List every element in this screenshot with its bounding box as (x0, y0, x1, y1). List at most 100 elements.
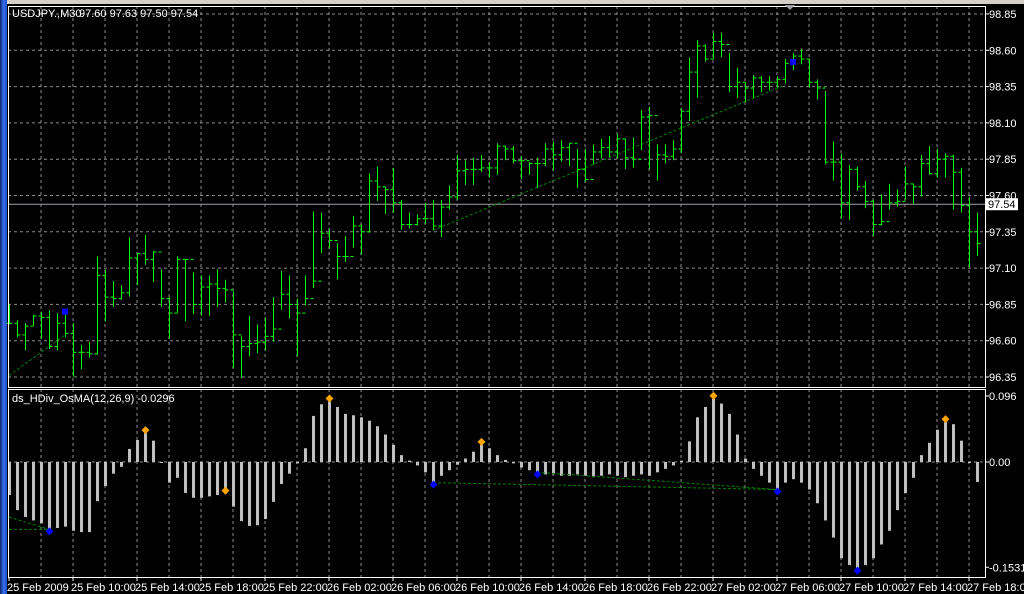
price-bar (830, 141, 837, 181)
price-bars (6, 32, 981, 378)
price-bar (462, 160, 469, 185)
time-axis-label: 27 Feb 10:00 (839, 582, 904, 594)
histogram-bar (336, 407, 339, 462)
price-bar (438, 199, 445, 238)
price-bar (6, 304, 13, 325)
histogram-bar (472, 451, 475, 462)
peak-marker-icon (141, 426, 150, 435)
price-bar (974, 212, 981, 257)
price-bar (598, 138, 605, 159)
symbol-label: USDJPY.,M30 (12, 8, 82, 20)
price-bar (150, 250, 157, 283)
price-bar (262, 317, 269, 351)
price-bar (942, 153, 949, 178)
histogram-bar (48, 462, 51, 530)
histogram-bar (200, 462, 203, 498)
price-bar (78, 345, 85, 370)
main-chart-frame (8, 6, 986, 388)
price-bar (350, 215, 357, 257)
histogram-bar (568, 462, 571, 476)
ohlc-readout: 97.60 97.63 97.50 97.54 (79, 8, 198, 20)
price-bar (14, 320, 21, 338)
histogram-bar (928, 442, 931, 462)
histogram-bar (280, 462, 283, 484)
time-axis-label: 25 Feb 18:00 (199, 582, 264, 594)
indicator-tick-label: -0.1531 (989, 562, 1024, 574)
price-bar (670, 140, 677, 161)
price-bar (94, 256, 101, 355)
histogram-bar (952, 424, 955, 462)
histogram-bar (424, 462, 427, 473)
histogram-bar (672, 462, 675, 466)
price-bar (694, 40, 701, 98)
price-bar (174, 256, 181, 314)
histogram-bar (688, 441, 691, 462)
histogram-bar (344, 413, 347, 462)
time-axis-label: 26 Feb 18:00 (583, 582, 648, 594)
histogram-bar (432, 462, 435, 483)
price-tick-label: 96.35 (989, 372, 1017, 384)
time-axis-label: 25 Feb 10:00 (71, 582, 136, 594)
time-axis-label: 25 Feb 2009 (7, 582, 69, 594)
price-bar (422, 202, 429, 225)
histogram-bar (584, 462, 587, 476)
histogram-bar (752, 462, 755, 469)
price-bar (190, 258, 197, 315)
price-tick-label: 96.85 (989, 299, 1017, 311)
price-bar (294, 298, 301, 357)
price-bar (414, 214, 421, 226)
price-bar (742, 81, 749, 103)
histogram-bar (528, 462, 531, 471)
histogram-bar (408, 460, 411, 462)
price-bar (966, 196, 973, 268)
histogram-bar (264, 462, 267, 520)
histogram-bar (816, 462, 819, 504)
histogram-bar (832, 462, 835, 538)
histogram-bar (944, 422, 947, 462)
price-bar (838, 153, 845, 219)
price-bar (702, 44, 709, 62)
histogram-bar (208, 462, 211, 497)
time-axis-label: 26 Feb 14:00 (519, 582, 584, 594)
price-bar (502, 145, 509, 161)
price-bar (390, 167, 397, 213)
chart-canvas[interactable]: 98.8598.6098.3598.1097.8597.6097.3597.10… (0, 0, 1024, 594)
histogram-bar (392, 444, 395, 462)
price-bar (726, 43, 733, 92)
histogram-bar (456, 462, 459, 465)
price-bar (478, 154, 485, 172)
price-bar (806, 58, 813, 88)
price-bar (814, 79, 821, 100)
price-bar (774, 76, 781, 88)
histogram-bar (160, 462, 163, 463)
price-bar (382, 186, 389, 214)
price-bar (718, 32, 725, 58)
histogram-bar (776, 462, 779, 490)
histogram-bar (856, 462, 859, 569)
histogram-bar (888, 462, 891, 531)
price-bar (446, 185, 453, 210)
histogram-bar (880, 462, 883, 545)
price-bar (782, 59, 789, 84)
histogram-bar (320, 404, 323, 462)
histogram-bar (168, 462, 171, 483)
histogram-bar (464, 458, 467, 462)
price-bar (110, 281, 117, 307)
price-bar (222, 279, 229, 303)
time-axis-label: 26 Feb 06:00 (391, 582, 456, 594)
price-bar (686, 57, 693, 121)
price-bar (366, 173, 373, 233)
histogram-bar (904, 462, 907, 493)
histogram-bar (240, 462, 243, 522)
histogram-bar (720, 403, 723, 462)
histogram-bar (768, 462, 771, 483)
price-bar (766, 76, 773, 91)
histogram-bar (496, 455, 499, 462)
price-bar (750, 74, 757, 98)
histogram-bar (360, 417, 363, 462)
indicator-frame (8, 389, 986, 578)
histogram-bar (272, 462, 275, 502)
price-bar (918, 154, 925, 197)
chart-shift-marker-icon[interactable] (785, 5, 795, 10)
histogram-bar (696, 417, 699, 462)
